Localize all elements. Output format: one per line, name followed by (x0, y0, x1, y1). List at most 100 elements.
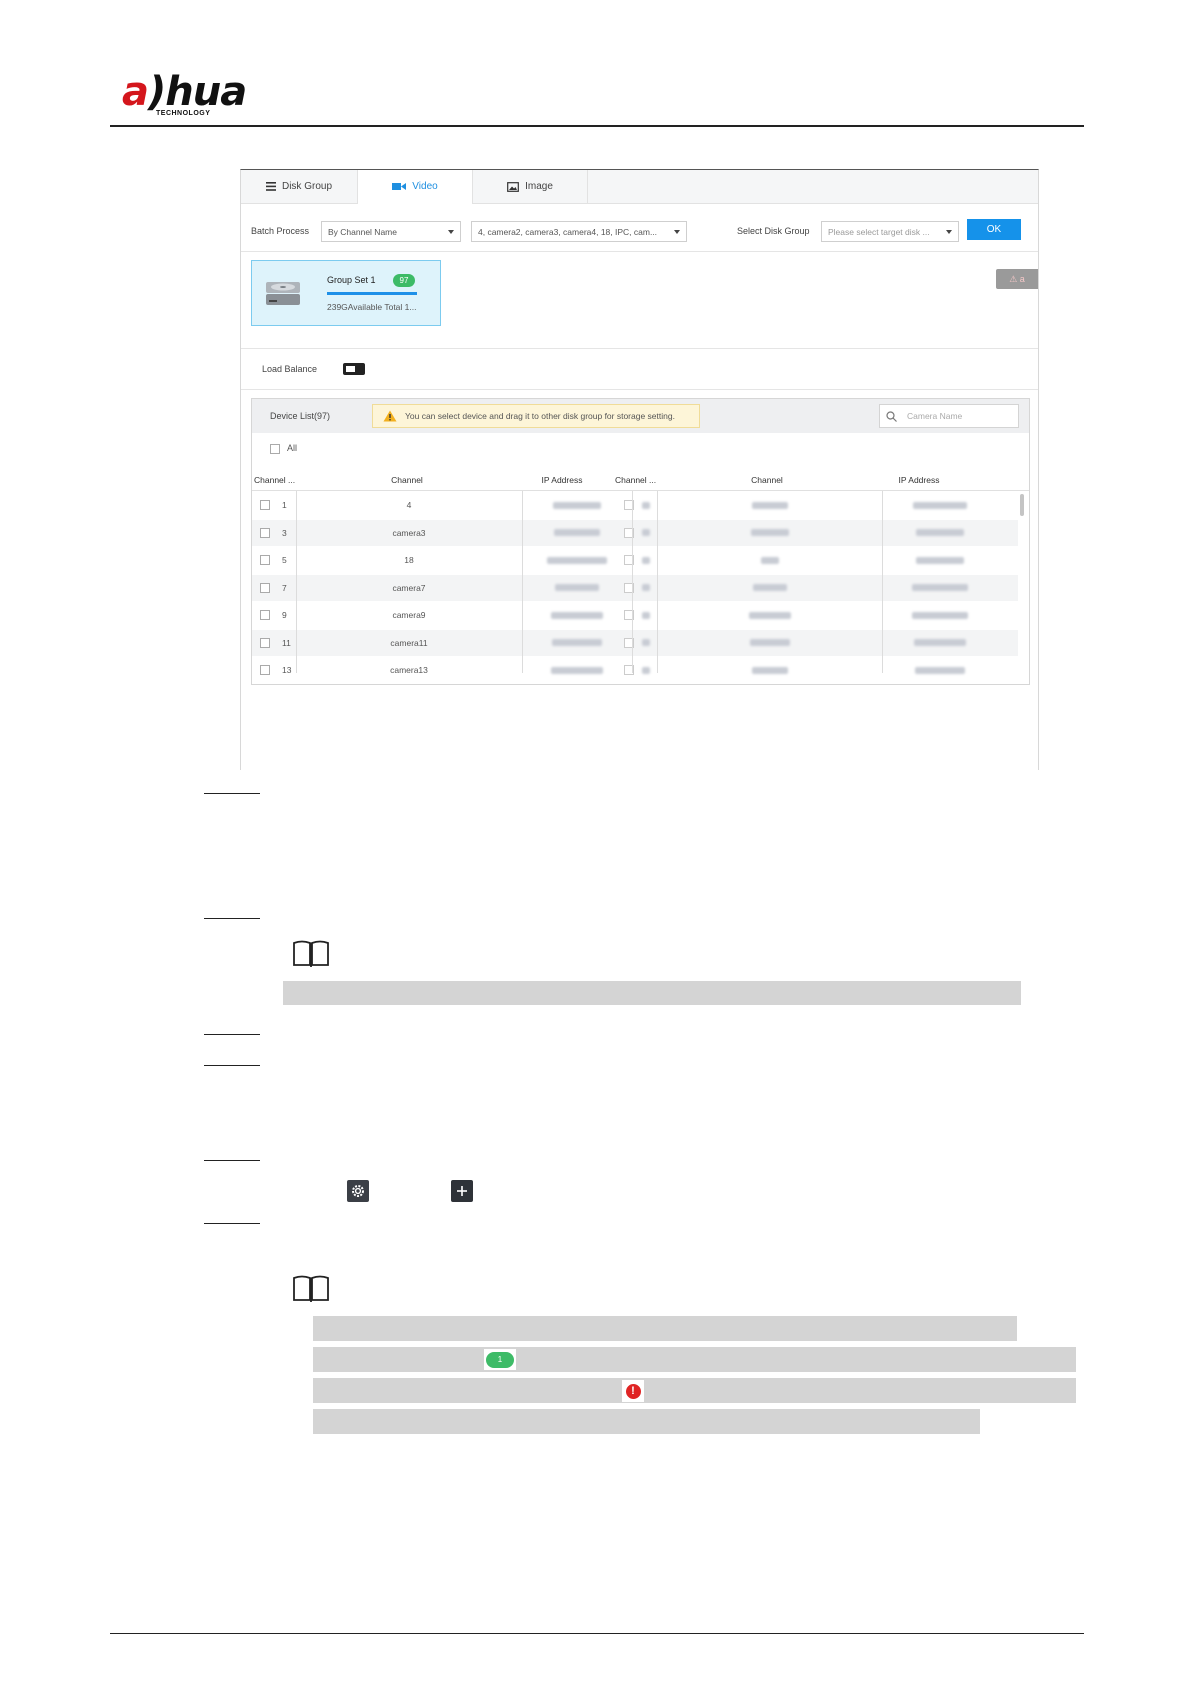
col-divider (522, 491, 523, 673)
tab-label: Disk Group (281, 181, 332, 192)
inline-badge-box: 1 (484, 1349, 516, 1370)
ip-address-blurred (882, 602, 997, 628)
table-row[interactable]: 5 18 (252, 547, 1018, 573)
chevron-down-icon (946, 230, 952, 234)
note-highlight (313, 1378, 1076, 1403)
table-row[interactable]: 11 camera11 (252, 629, 1018, 656)
col-header-ip-2[interactable]: IP Address (869, 470, 969, 490)
row-checkbox[interactable] (260, 527, 270, 538)
channel-name-blurred (657, 575, 882, 601)
channel-no: 3 (282, 527, 287, 538)
gear-icon (347, 1180, 369, 1202)
select-all-checkbox[interactable] (270, 444, 280, 454)
tab-disk-group[interactable]: Disk Group (241, 170, 358, 203)
device-list-title: Device List(97) (270, 411, 331, 421)
book-note-icon (293, 1275, 329, 1302)
ip-address-blurred (522, 492, 632, 518)
row-checkbox[interactable] (260, 555, 270, 565)
note-highlight (313, 1347, 1076, 1372)
row-checkbox[interactable] (260, 665, 270, 675)
col-header-channel-2[interactable]: Channel (702, 470, 832, 490)
channel-name: camera13 (390, 665, 428, 675)
ip-address-blurred (522, 575, 632, 601)
select-disk-group-label: Select Disk Group (737, 226, 810, 236)
channel-no-blurred (642, 547, 650, 573)
batch-process-value: By Channel Name (328, 226, 397, 237)
row-checkbox[interactable] (260, 610, 270, 620)
search-icon (886, 410, 897, 422)
channel-name-blurred (657, 547, 882, 573)
channel-name: camera9 (392, 610, 426, 620)
camera-name-search[interactable]: Camera Name (879, 404, 1019, 428)
disk-group-card[interactable]: Group Set 1 97 239GAvailable Total 1... (251, 260, 441, 326)
tab-video[interactable]: Video (358, 170, 472, 205)
row-checkbox[interactable] (260, 500, 270, 510)
channel-name-blurred (657, 602, 882, 628)
storage-config-screenshot: Disk Group Video Image Batch Process By … (240, 169, 1039, 770)
channel-name-blurred (657, 630, 882, 656)
tab-image[interactable]: Image (472, 170, 588, 203)
scrollbar[interactable] (1020, 494, 1024, 516)
channel-no-blurred (642, 630, 650, 656)
step-marker (204, 1223, 260, 1224)
ip-address-blurred (522, 602, 632, 628)
tab-bar: Disk Group Video Image (241, 170, 1038, 205)
batch-process-select[interactable]: By Channel Name (321, 221, 461, 242)
tip-text: You can select device and drag it to oth… (405, 411, 675, 421)
ip-address-blurred (522, 630, 632, 656)
ip-address-blurred (882, 630, 997, 656)
table-row[interactable]: 13 camera13 (252, 657, 1018, 683)
plus-icon (451, 1180, 473, 1202)
col-divider (882, 491, 883, 673)
tab-label: Video (412, 181, 438, 192)
channel-name: camera11 (390, 637, 428, 648)
channel-no-blurred (642, 520, 650, 546)
disk-group-select[interactable]: Please select target disk ... (821, 221, 959, 242)
alert-icon: ! (625, 1383, 641, 1399)
group-name: Group Set 1 (327, 275, 376, 285)
step-marker (204, 1160, 260, 1161)
video-camera-icon (392, 183, 407, 190)
ip-address-blurred (522, 657, 632, 683)
divider (241, 389, 1038, 390)
ip-address-blurred (882, 492, 997, 518)
ip-address-blurred (522, 520, 632, 546)
capacity-bar (327, 292, 417, 295)
col-divider (296, 491, 297, 673)
header-divider (252, 490, 1029, 491)
col-header-channel-no[interactable]: Channel ... (254, 470, 299, 490)
channel-no: 7 (282, 582, 287, 593)
load-balance-label: Load Balance (262, 364, 318, 374)
channel-count-badge: 97 (393, 274, 415, 287)
chevron-down-icon (674, 230, 680, 234)
col-header-channel-no-2[interactable]: Channel ... (615, 470, 660, 490)
ok-button[interactable]: OK (967, 219, 1021, 240)
table-row[interactable]: 9 camera9 (252, 602, 1018, 628)
note-highlight (313, 1316, 1017, 1341)
table-row[interactable]: 7 camera7 (252, 574, 1018, 601)
row-checkbox[interactable] (260, 582, 270, 593)
note-highlight (283, 981, 1021, 1005)
ip-address-blurred (882, 520, 997, 546)
channel-select[interactable]: 4, camera2, camera3, camera4, 18, IPC, c… (471, 221, 687, 242)
table-row[interactable]: 14 (252, 492, 1018, 518)
row-checkbox[interactable] (260, 637, 270, 648)
book-note-icon (293, 940, 329, 967)
ip-address-blurred (882, 657, 997, 683)
list-icon (265, 182, 276, 191)
step-marker (204, 918, 260, 919)
col-divider (657, 491, 658, 673)
table-row[interactable]: 3 camera3 (252, 519, 1018, 546)
load-balance-toggle[interactable] (343, 363, 365, 375)
ip-address-blurred (882, 547, 997, 573)
count-badge: 1 (486, 1351, 514, 1368)
divider (241, 348, 1038, 349)
col-header-channel[interactable]: Channel (342, 470, 472, 490)
warning-chip[interactable]: ⚠ a (996, 269, 1038, 289)
channel-name: camera3 (392, 527, 426, 538)
channel-no: 13 (282, 665, 292, 675)
channel-no-blurred (642, 575, 650, 601)
search-placeholder: Camera Name (907, 411, 963, 421)
col-header-ip[interactable]: IP Address (512, 470, 612, 490)
disk-icon (266, 282, 300, 305)
